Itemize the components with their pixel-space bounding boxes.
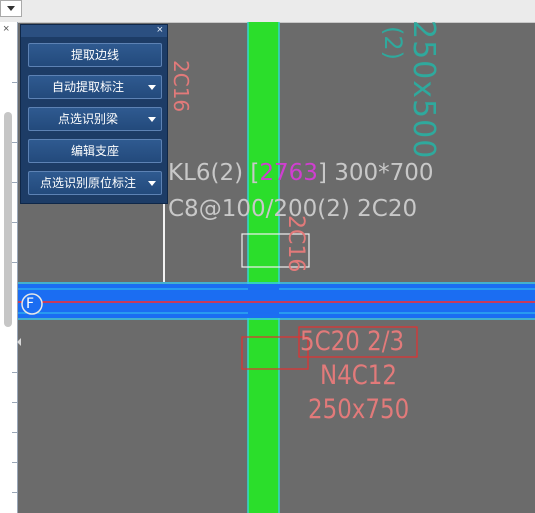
beam-label: KL6(2) [2763] 300*700 xyxy=(168,160,434,186)
beam-stirrup-label: C8@100/200(2) 2C20 xyxy=(168,196,417,222)
column-size-bottom: 250x750 xyxy=(308,394,410,425)
button-label: 提取边线 xyxy=(70,48,119,62)
toolbar-dropdown[interactable] xyxy=(0,0,22,17)
panel-close-icon[interactable]: × xyxy=(157,23,163,37)
beam-stirrup-spacing: C8@100 xyxy=(168,196,266,222)
chevron-down-icon[interactable] xyxy=(148,181,156,186)
button-label: 点选识别梁 xyxy=(57,112,118,126)
column-sub-bottom: N4C12 xyxy=(320,360,398,391)
panel-tick xyxy=(12,432,17,433)
panel-tick xyxy=(12,82,17,83)
edit-support-button[interactable]: 编辑支座 xyxy=(28,139,162,163)
button-label: 自动提取标注 xyxy=(51,80,124,94)
beam-column-joint xyxy=(248,284,279,318)
column-box-label: 2C16 xyxy=(283,215,308,273)
beam-label-size: ] 300*700 xyxy=(317,160,434,186)
left-side-panel: × xyxy=(0,22,18,513)
top-toolbar xyxy=(0,0,535,23)
column-label-bottom: 5C20 2/3 xyxy=(300,326,405,357)
chevron-down-icon[interactable] xyxy=(148,85,156,90)
grid-axis-label: F xyxy=(26,296,35,312)
panel-tick xyxy=(12,262,17,263)
beam-tools-panel: × 提取边线 自动提取标注 点选识别梁 编辑支座 点选识别原位标注 xyxy=(20,24,168,204)
left-panel-close-icon[interactable]: × xyxy=(3,23,9,35)
extract-edge-button[interactable]: 提取边线 xyxy=(28,43,162,67)
button-label: 编辑支座 xyxy=(70,144,119,158)
beam-label-span: 2763 xyxy=(259,160,318,186)
column-label-top: 2C16 xyxy=(169,60,193,113)
pick-identify-beam-button[interactable]: 点选识别梁 xyxy=(28,107,162,131)
beam-stirrup-rebar: /200(2) 2C20 xyxy=(265,196,418,222)
panel-tick xyxy=(12,462,17,463)
left-panel-scrollbar[interactable] xyxy=(4,112,12,327)
panel-tick xyxy=(12,402,17,403)
pick-identify-in-situ-label-button[interactable]: 点选识别原位标注 xyxy=(28,171,162,195)
panel-title-bar[interactable]: × xyxy=(21,23,167,37)
column-size-top-sub: (2) xyxy=(379,26,407,60)
chevron-down-icon xyxy=(7,6,15,11)
column-size-top: 250x500 xyxy=(406,20,441,160)
beam-label-name: KL6(2) [ xyxy=(168,160,260,186)
auto-extract-label-button[interactable]: 自动提取标注 xyxy=(28,75,162,99)
panel-tick xyxy=(12,492,17,493)
chevron-down-icon[interactable] xyxy=(148,117,156,122)
panel-tick xyxy=(12,182,17,183)
button-label: 点选识别原位标注 xyxy=(39,176,136,190)
panel-tick xyxy=(12,142,17,143)
panel-tick xyxy=(12,372,17,373)
panel-tick xyxy=(12,222,17,223)
